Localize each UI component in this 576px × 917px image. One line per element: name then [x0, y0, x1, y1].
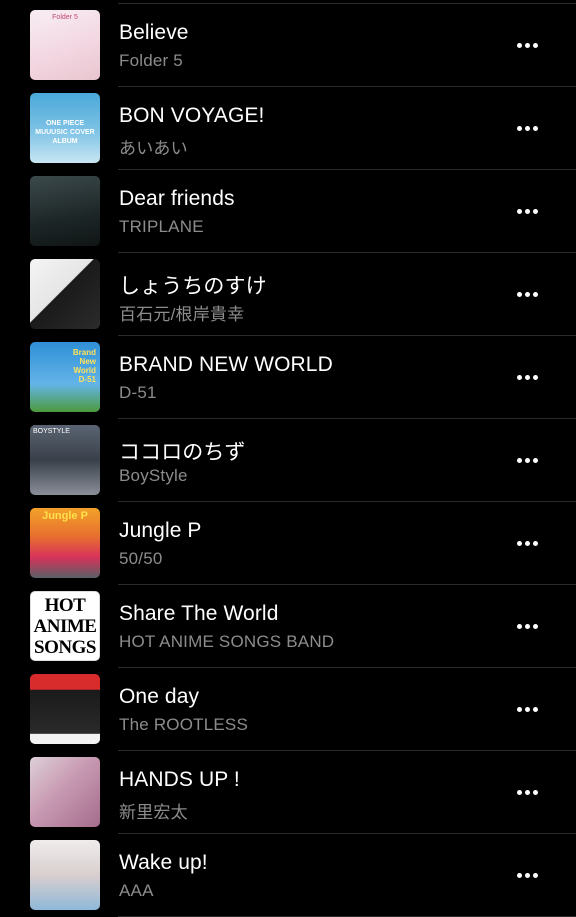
- more-options-icon[interactable]: [512, 532, 542, 554]
- album-artwork: [30, 840, 100, 910]
- song-artist: HOT ANIME SONGS BAND: [119, 632, 335, 651]
- song-row[interactable]: One day The ROOTLESS: [0, 668, 576, 751]
- song-row[interactable]: BOYSTYLE ココロのちず BoyStyle: [0, 419, 576, 502]
- more-dot: [516, 42, 522, 48]
- more-dot: [532, 623, 538, 629]
- more-options-icon[interactable]: [512, 366, 542, 388]
- song-title: Jungle P: [119, 519, 202, 542]
- album-artwork: [30, 176, 100, 246]
- song-row[interactable]: ONE PIECE MUUUSIC COVER ALBUM BON VOYAGE…: [0, 87, 576, 170]
- more-options-icon[interactable]: [512, 615, 542, 637]
- song-row[interactable]: Jungle P Jungle P 50/50: [0, 502, 576, 585]
- song-row[interactable]: Folder 5 Believe Folder 5: [0, 4, 576, 87]
- album-artwork: HOT ANIME SONGS: [30, 591, 100, 661]
- more-dot: [516, 872, 522, 878]
- song-title: Believe: [119, 21, 189, 44]
- more-dot: [532, 706, 538, 712]
- song-artist: Folder 5: [119, 51, 183, 70]
- more-dot: [516, 540, 522, 546]
- song-artist: The ROOTLESS: [119, 715, 248, 734]
- song-artist: BoyStyle: [119, 466, 188, 485]
- album-artwork-text: Jungle P: [42, 510, 88, 522]
- more-dot: [524, 706, 530, 712]
- song-title: Wake up!: [119, 851, 208, 874]
- more-dot: [524, 872, 530, 878]
- more-dot: [524, 208, 530, 214]
- more-dot: [516, 291, 522, 297]
- song-artist: TRIPLANE: [119, 217, 204, 236]
- song-row[interactable]: Brand New World D-51 BRAND NEW WORLD D-5…: [0, 336, 576, 419]
- more-options-icon[interactable]: [512, 117, 542, 139]
- song-row[interactable]: Wake up! AAA: [0, 834, 576, 917]
- more-dot: [516, 789, 522, 795]
- more-dot: [524, 42, 530, 48]
- album-artwork: BOYSTYLE: [30, 425, 100, 495]
- song-title: Dear friends: [119, 187, 235, 210]
- song-artist: D-51: [119, 383, 157, 402]
- more-dot: [532, 125, 538, 131]
- song-title: しょうちのすけ: [119, 275, 267, 298]
- song-title: Share The World: [119, 602, 279, 625]
- more-dot: [532, 374, 538, 380]
- more-dot: [524, 540, 530, 546]
- album-artwork-text: Brand New World D-51: [72, 348, 96, 384]
- more-options-icon[interactable]: [512, 781, 542, 803]
- song-row[interactable]: しょうちのすけ 百石元/根岸貴幸: [0, 253, 576, 336]
- more-options-icon[interactable]: [512, 698, 542, 720]
- more-dot: [524, 457, 530, 463]
- more-dot: [532, 42, 538, 48]
- album-artwork: Brand New World D-51: [30, 342, 100, 412]
- more-dot: [524, 374, 530, 380]
- song-artist: 新里宏太: [119, 803, 188, 822]
- more-options-icon[interactable]: [512, 449, 542, 471]
- more-dot: [532, 872, 538, 878]
- more-dot: [532, 789, 538, 795]
- more-dot: [524, 291, 530, 297]
- song-artist: あいあい: [119, 139, 188, 158]
- song-list: Folder 5 Believe Folder 5 ONE PIECE MUUU…: [0, 4, 576, 917]
- song-row[interactable]: HOT ANIME SONGS Share The World HOT ANIM…: [0, 585, 576, 668]
- more-dot: [532, 291, 538, 297]
- song-title: HANDS UP !: [119, 768, 240, 791]
- more-dot: [516, 706, 522, 712]
- more-dot: [524, 789, 530, 795]
- album-artwork: ONE PIECE MUUUSIC COVER ALBUM: [30, 93, 100, 163]
- album-artwork: [30, 259, 100, 329]
- song-artist: AAA: [119, 881, 154, 900]
- song-artist: 50/50: [119, 549, 163, 568]
- album-artwork: [30, 674, 100, 744]
- song-artist: 百石元/根岸貴幸: [119, 305, 245, 324]
- more-dot: [516, 208, 522, 214]
- more-dot: [532, 208, 538, 214]
- song-title: One day: [119, 685, 200, 708]
- more-dot: [524, 623, 530, 629]
- more-dot: [516, 623, 522, 629]
- album-artwork-text: Folder 5: [52, 14, 78, 21]
- more-options-icon[interactable]: [512, 200, 542, 222]
- song-title: BON VOYAGE!: [119, 104, 265, 127]
- more-dot: [516, 374, 522, 380]
- more-dot: [532, 457, 538, 463]
- album-artwork: [30, 757, 100, 827]
- more-options-icon[interactable]: [512, 283, 542, 305]
- more-options-icon[interactable]: [512, 34, 542, 56]
- album-artwork: Folder 5: [30, 10, 100, 80]
- album-artwork-text: BOYSTYLE: [33, 428, 70, 435]
- album-artwork: Jungle P: [30, 508, 100, 578]
- more-dot: [532, 540, 538, 546]
- more-dot: [524, 125, 530, 131]
- song-title: BRAND NEW WORLD: [119, 353, 333, 376]
- song-row[interactable]: Dear friends TRIPLANE: [0, 170, 576, 253]
- more-dot: [516, 457, 522, 463]
- more-options-icon[interactable]: [512, 864, 542, 886]
- more-dot: [516, 125, 522, 131]
- song-row[interactable]: HANDS UP ! 新里宏太: [0, 751, 576, 834]
- album-artwork-text: HOT ANIME SONGS: [33, 595, 97, 658]
- song-title: ココロのちず: [119, 441, 246, 464]
- album-artwork-text: ONE PIECE MUUUSIC COVER ALBUM: [35, 120, 95, 145]
